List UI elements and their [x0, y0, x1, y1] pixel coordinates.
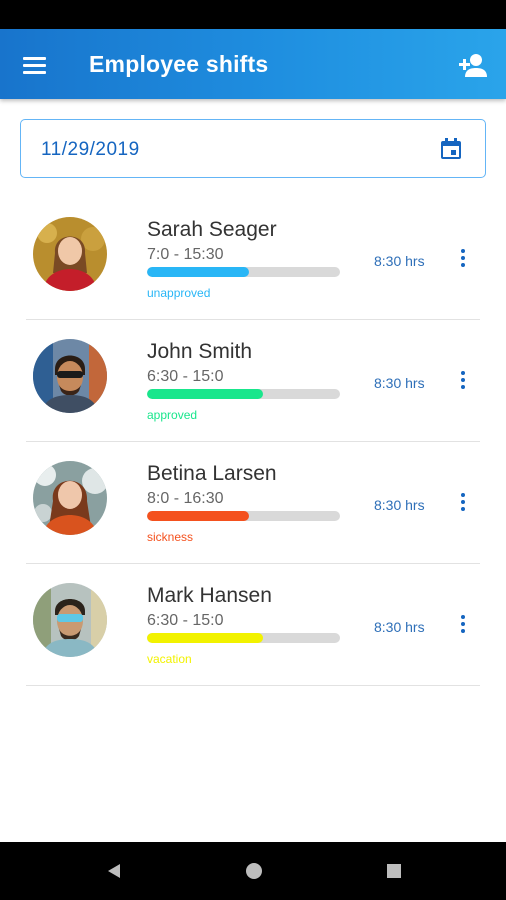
system-nav-bar — [0, 842, 506, 900]
recents-icon[interactable] — [384, 861, 404, 881]
shift-time: 6:30 - 15:0 — [147, 612, 224, 629]
shift-list: Sarah Seager 7:0 - 15:30 unapproved 8:30… — [0, 198, 506, 686]
list-item[interactable]: Sarah Seager 7:0 - 15:30 unapproved 8:30… — [0, 198, 506, 320]
list-item[interactable]: Mark Hansen 6:30 - 15:0 vacation 8:30 hr… — [0, 564, 506, 686]
calendar-icon[interactable] — [439, 137, 463, 161]
shift-time: 6:30 - 15:0 — [147, 368, 224, 385]
more-options-icon[interactable] — [455, 370, 471, 390]
employee-name: Mark Hansen — [147, 584, 272, 607]
shift-progress-fill — [147, 267, 250, 277]
shift-progress-fill — [147, 633, 263, 643]
shift-progress-bar — [147, 267, 340, 277]
app-bar: Employee shifts — [0, 29, 506, 99]
shift-progress-bar — [147, 389, 340, 399]
date-value: 11/29/2019 — [41, 139, 140, 160]
home-icon[interactable] — [244, 861, 264, 881]
menu-icon[interactable] — [22, 55, 48, 75]
shift-status: sickness — [147, 530, 194, 544]
shift-status: vacation — [147, 652, 192, 666]
more-options-icon[interactable] — [455, 614, 471, 634]
shift-hours: 8:30 hrs — [374, 619, 425, 635]
employee-name: John Smith — [147, 340, 253, 363]
shift-progress-fill — [147, 389, 263, 399]
page-title: Employee shifts — [89, 51, 269, 77]
avatar — [33, 339, 107, 413]
back-icon[interactable] — [104, 861, 124, 881]
more-options-icon[interactable] — [455, 492, 471, 512]
avatar — [33, 217, 107, 291]
shift-status: approved — [147, 408, 198, 422]
list-item[interactable]: Betina Larsen 8:0 - 16:30 sickness 8:30 … — [0, 442, 506, 564]
shift-time: 8:0 - 16:30 — [147, 490, 224, 507]
shift-status: unapproved — [147, 286, 211, 300]
shift-hours: 8:30 hrs — [374, 497, 425, 513]
employee-name: Sarah Seager — [147, 218, 277, 241]
more-options-icon[interactable] — [455, 248, 471, 268]
shift-hours: 8:30 hrs — [374, 253, 425, 269]
avatar — [33, 583, 107, 657]
employee-name: Betina Larsen — [147, 462, 277, 485]
divider — [26, 685, 480, 686]
shift-progress-bar — [147, 511, 340, 521]
add-person-icon[interactable] — [457, 51, 489, 79]
date-field[interactable]: 11/29/2019 — [20, 119, 486, 178]
avatar — [33, 461, 107, 535]
shift-time: 7:0 - 15:30 — [147, 246, 224, 263]
shift-progress-bar — [147, 633, 340, 643]
status-bar — [0, 0, 506, 29]
list-item[interactable]: John Smith 6:30 - 15:0 approved 8:30 hrs — [0, 320, 506, 442]
shift-hours: 8:30 hrs — [374, 375, 425, 391]
shift-progress-fill — [147, 511, 250, 521]
